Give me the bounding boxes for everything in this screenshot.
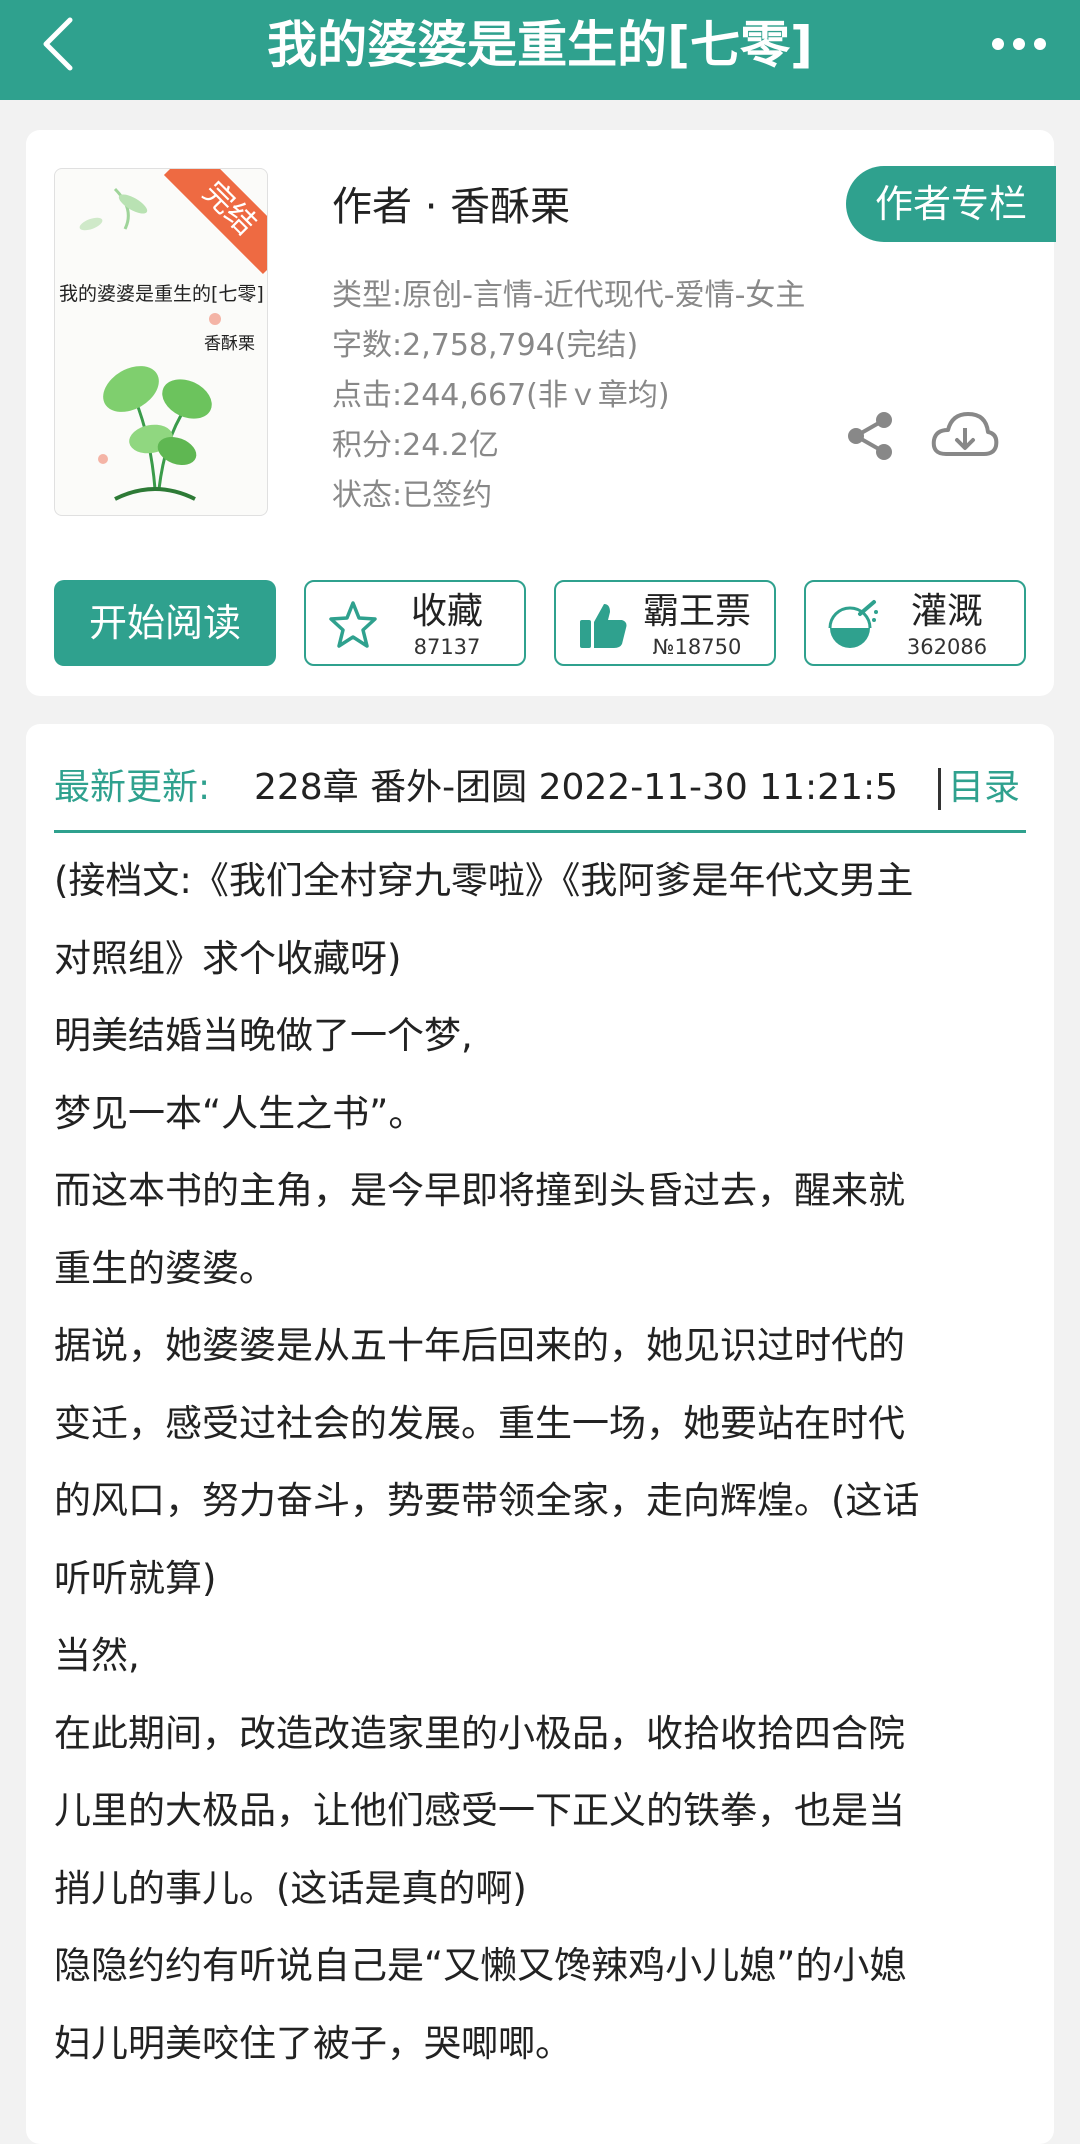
synopsis-line: 对照组》求个收藏呀) (54, 936, 402, 980)
synopsis-line: 的风口，努力奋斗，势要带领全家，走向辉煌。(这话 (54, 1479, 920, 1522)
more-dots-icon[interactable] (984, 14, 1054, 74)
author-column-button[interactable]: 作者专栏 (846, 166, 1056, 242)
favorite-label: 收藏 (410, 591, 483, 632)
synopsis-line: 据说，她婆婆是从五十年后回来的，她见识过时代的 (54, 1324, 905, 1367)
latest-update-text[interactable]: 228章 番外-团圆 2022-11-30 11:21:5 (254, 758, 914, 818)
meta-clicks: 点击:244,667(非ｖ章均) (332, 378, 670, 413)
water-count: 362086 (906, 635, 988, 659)
divider (54, 830, 1026, 833)
page-title: 我的婆婆是重生的[七零] (267, 16, 813, 74)
synopsis-line: 明美结婚当晚做了一个梦, (54, 1014, 473, 1057)
cover-title: 我的婆婆是重生的[七零] (59, 283, 264, 305)
synopsis-line: 捎儿的事儿。(这话是真的啊) (54, 1866, 527, 1910)
download-cloud-icon[interactable] (928, 408, 1000, 464)
vote-button[interactable]: 霸王票 №18750 (554, 580, 776, 666)
start-reading-button[interactable]: 开始阅读 (54, 580, 276, 666)
vote-label: 霸王票 (642, 591, 751, 632)
synopsis-text: (接档文:《我们全村穿九零啦》《我阿爹是年代文男主 对照组》求个收藏呀) 明美结… (54, 842, 1044, 2082)
favorite-count: 87137 (413, 635, 481, 659)
synopsis-line: 听听就算) (54, 1556, 217, 1600)
meta-words: 字数:2,758,794(完结) (332, 328, 639, 363)
star-icon (329, 601, 377, 648)
meta-status: 状态:已签约 (332, 478, 493, 513)
top-bar: 我的婆婆是重生的[七零] (0, 0, 1080, 100)
favorite-button[interactable]: 收藏 87137 (304, 580, 526, 666)
watering-flask-icon (828, 600, 878, 648)
synopsis-line: 变迁，感受过社会的发展。重生一场，她要站在时代 (54, 1401, 905, 1445)
author-name[interactable]: 作者 · 香酥栗 (332, 174, 570, 232)
synopsis-line: 儿里的大极品，让他们感受一下正义的铁拳，也是当 (54, 1789, 905, 1832)
synopsis-line: (接档文:《我们全村穿九零啦》《我阿爹是年代文男主 (54, 859, 914, 902)
share-icon[interactable] (842, 408, 898, 464)
water-label: 灌溉 (910, 591, 983, 632)
synopsis-line: 而这本书的主角，是今早即将撞到头昏过去，醒来就 (54, 1169, 905, 1212)
synopsis-line: 重生的婆婆。 (54, 1246, 276, 1290)
book-info-card: 完结 我的婆婆是重生的[七零] 香酥栗 作者 · 香酥栗 作者专栏 类型:原创-… (26, 130, 1056, 696)
synopsis-line: 在此期间，改造改造家里的小极品，收拾收拾四合院 (54, 1711, 905, 1755)
synopsis-line: 梦见一本“人生之书”。 (54, 1091, 426, 1135)
cover-author: 香酥栗 (204, 334, 255, 354)
synopsis-line: 当然, (54, 1634, 140, 1677)
latest-update-label: 最新更新: (54, 767, 211, 808)
water-button[interactable]: 灌溉 362086 (804, 580, 1026, 666)
synopsis-line: 妇儿明美咬住了被子，哭唧唧。 (54, 2021, 572, 2065)
meta-points: 积分:24.2亿 (332, 428, 499, 463)
meta-type: 类型:原创-言情-近代现代-爱情-女主 (332, 278, 806, 313)
vote-count: №18750 (652, 635, 742, 659)
book-cover[interactable]: 完结 我的婆婆是重生的[七零] 香酥栗 (54, 168, 268, 516)
divider (938, 768, 941, 810)
synopsis-card: 最新更新: 228章 番外-团圆 2022-11-30 11:21:5 目录 (… (26, 724, 1054, 2144)
synopsis-line: 隐隐约约有听说自己是“又懒又馋辣鸡小儿媳”的小媳 (54, 1944, 907, 1987)
back-arrow-icon[interactable] (30, 14, 90, 74)
latest-update-row[interactable]: 最新更新: 228章 番外-团圆 2022-11-30 11:21:5 目录 (54, 758, 1026, 818)
thumbs-up-icon (580, 604, 627, 648)
table-of-contents-link[interactable]: 目录 (948, 758, 1020, 818)
